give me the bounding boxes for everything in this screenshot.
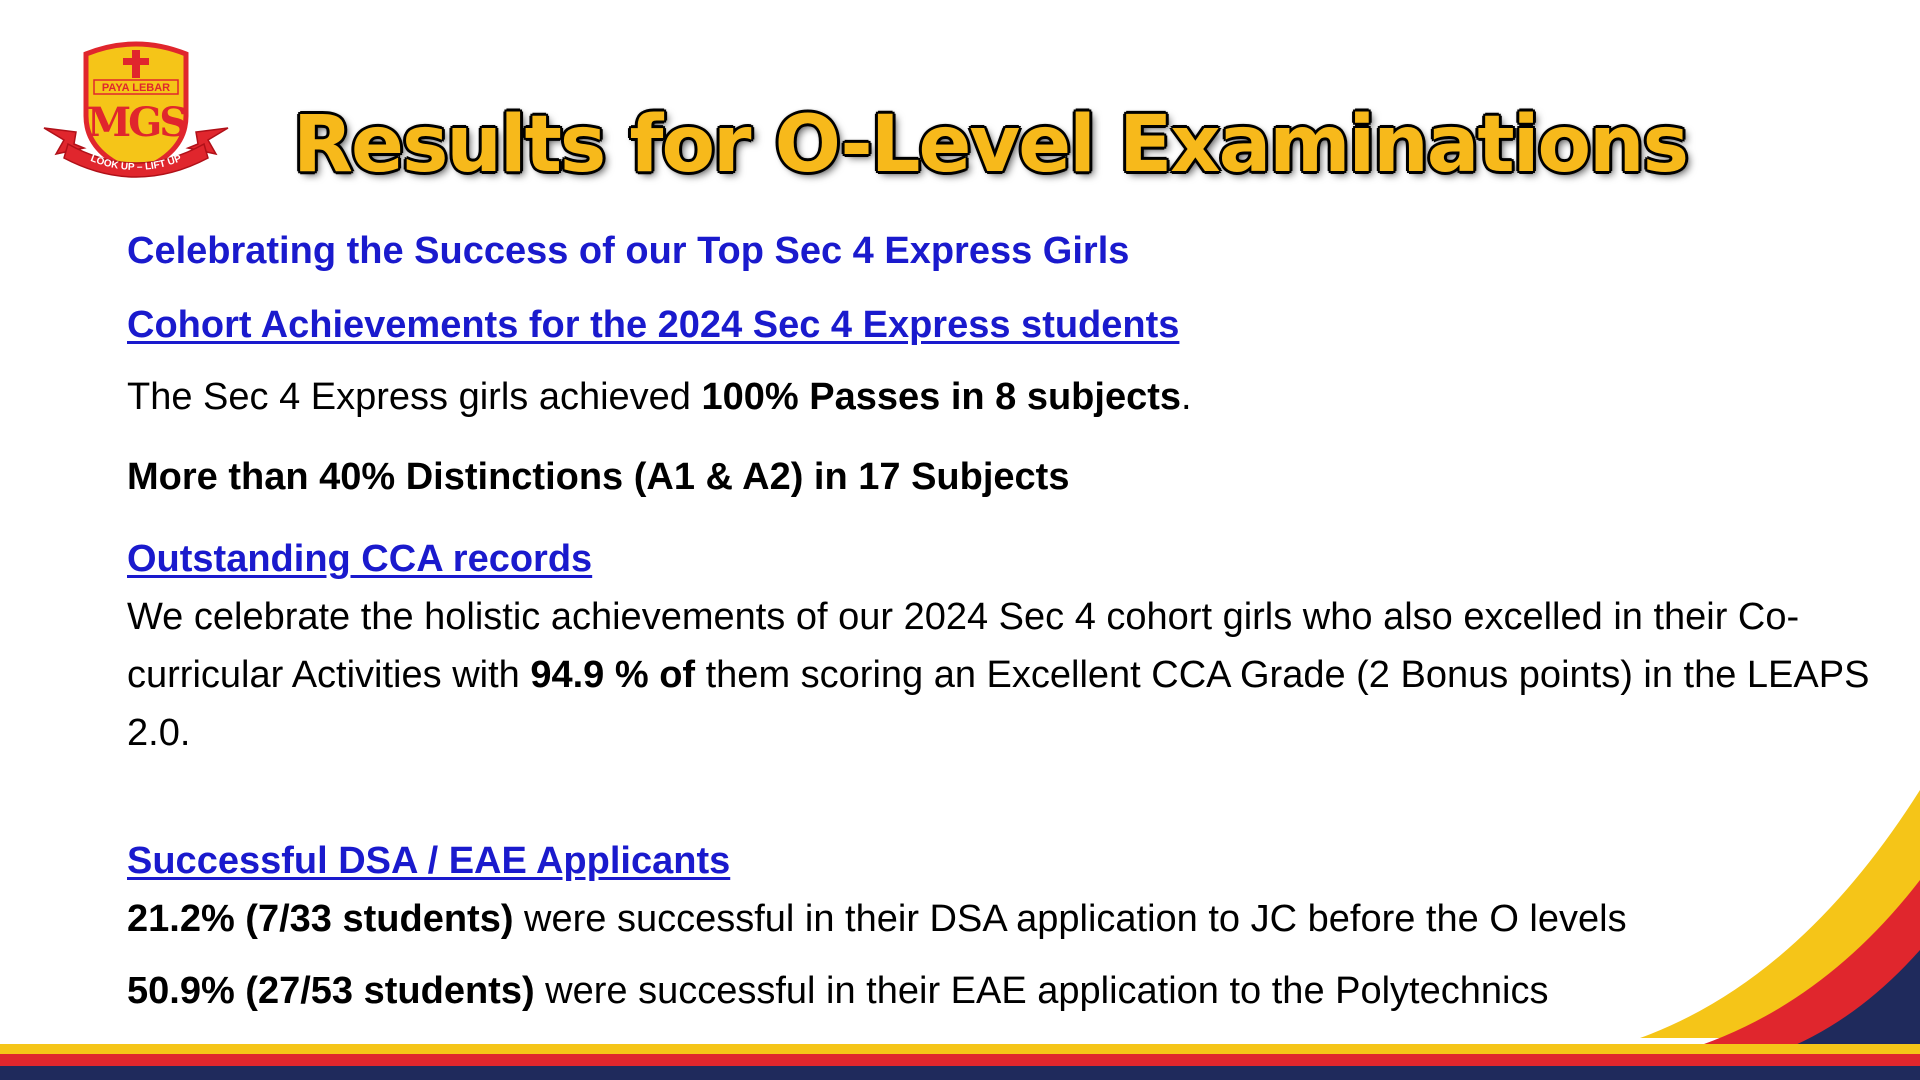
page-title: Results for O-Level Examinations xyxy=(292,100,1689,190)
main-content: Celebrating the Success of our Top Sec 4… xyxy=(127,222,1877,1020)
passes-suffix: . xyxy=(1181,376,1192,418)
red-stripe xyxy=(0,1054,1920,1066)
celebrate-heading: Celebrating the Success of our Top Sec 4… xyxy=(127,230,1130,272)
svg-text:PAYA LEBAR: PAYA LEBAR xyxy=(102,82,170,94)
dsa-heading-link[interactable]: Successful DSA / EAE Applicants xyxy=(127,840,730,882)
dsa-line-1-bold: 21.2% (7/33 students) xyxy=(127,898,514,940)
cca-text-bold: 94.9 % of xyxy=(530,654,696,696)
dsa-line-2-text: were successful in their EAE application… xyxy=(534,970,1549,1012)
dsa-line-2: 50.9% (27/53 students) were successful i… xyxy=(127,962,1877,1020)
yellow-stripe xyxy=(0,1044,1920,1054)
cca-heading-link[interactable]: Outstanding CCA records xyxy=(127,538,592,580)
navy-stripe xyxy=(0,1066,1920,1080)
dsa-heading-row: Successful DSA / EAE Applicants xyxy=(127,832,1877,890)
dsa-line-1-text: were successful in their DSA application… xyxy=(513,898,1627,940)
dsa-line-2-bold: 50.9% (27/53 students) xyxy=(127,970,535,1012)
cohort-heading-row: Cohort Achievements for the 2024 Sec 4 E… xyxy=(127,296,1877,354)
dsa-line-1: 21.2% (7/33 students) were successful in… xyxy=(127,890,1877,948)
slide: PAYA LEBAR MGS LOOK UP – LIFT UP Results… xyxy=(0,0,1920,1080)
passes-prefix: The Sec 4 Express girls achieved xyxy=(127,376,702,418)
cca-heading-row: Outstanding CCA records xyxy=(127,530,1877,588)
passes-bold: 100% Passes in 8 subjects xyxy=(701,376,1182,418)
cca-paragraph: We celebrate the holistic achievements o… xyxy=(127,588,1877,762)
cohort-heading-link[interactable]: Cohort Achievements for the 2024 Sec 4 E… xyxy=(127,304,1179,346)
passes-line: The Sec 4 Express girls achieved 100% Pa… xyxy=(127,368,1877,426)
distinctions-line: More than 40% Distinctions (A1 & A2) in … xyxy=(127,456,1070,498)
